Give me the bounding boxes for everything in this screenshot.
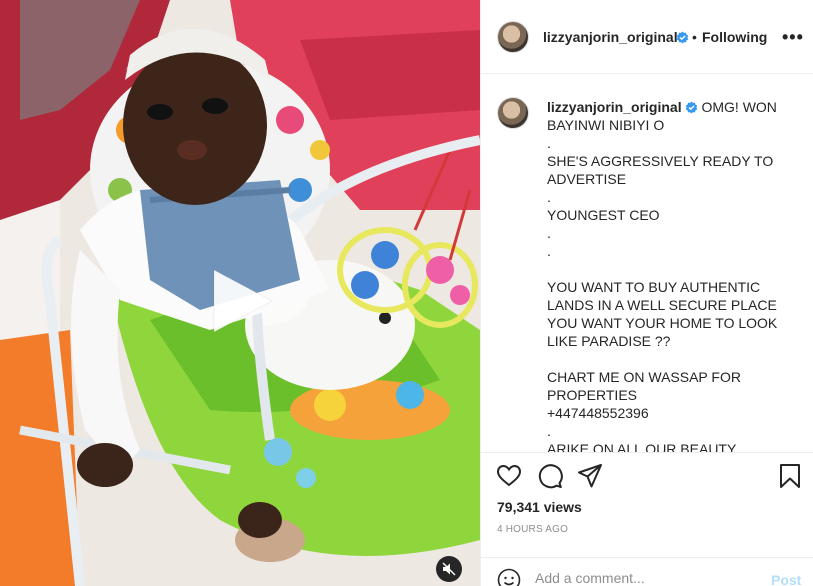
caption-section: lizzyanjorin_original OMG! WON BAYINWI N… — [481, 74, 813, 452]
author-username[interactable]: lizzyanjorin_original — [543, 29, 678, 45]
emoji-button[interactable] — [497, 568, 521, 586]
caption-line: YOUNGEST CEO — [547, 207, 660, 223]
caption-line: . — [547, 225, 551, 241]
mute-toggle-button[interactable] — [436, 556, 462, 582]
caption-line — [547, 260, 787, 278]
comment-bubble-icon — [538, 464, 563, 489]
caption-line: YOU WANT TO BUY AUTHENTIC LANDS IN A WEL… — [547, 279, 782, 349]
following-button[interactable]: Following — [702, 29, 767, 45]
post-actions: 79,341 views 4 HOURS AGO Post — [481, 452, 813, 586]
caption-line: . — [547, 189, 551, 205]
caption-username[interactable]: lizzyanjorin_original — [547, 99, 682, 115]
more-options-button[interactable]: ••• — [782, 28, 804, 46]
play-button[interactable] — [208, 266, 278, 336]
author-avatar[interactable] — [497, 21, 529, 53]
more-icon: ••• — [782, 27, 804, 47]
comment-input[interactable] — [535, 570, 755, 586]
post-comment-button[interactable]: Post — [771, 572, 801, 586]
share-button[interactable] — [577, 463, 603, 489]
caption-line: . — [547, 135, 551, 151]
caption-line — [547, 350, 787, 368]
post-timestamp[interactable]: 4 HOURS AGO — [497, 524, 568, 535]
caption-line: . — [547, 423, 551, 439]
caption-line: . — [547, 243, 551, 259]
post-details-panel: lizzyanjorin_original • Following ••• li… — [480, 0, 813, 586]
heart-icon — [496, 464, 522, 487]
save-button[interactable] — [777, 463, 803, 489]
caption-author-avatar[interactable] — [497, 97, 529, 129]
comment-button[interactable] — [537, 463, 563, 489]
speaker-muted-icon — [442, 562, 456, 576]
comment-composer: Post — [481, 557, 813, 586]
separator-dot: • — [692, 29, 697, 45]
smiley-icon — [497, 568, 521, 586]
verified-badge — [673, 29, 689, 47]
caption-first-line: lizzyanjorin_original OMG! WON BAYINWI N… — [547, 98, 787, 134]
view-count[interactable]: 79,341 views — [497, 499, 582, 515]
verified-badge-icon — [685, 101, 697, 114]
play-icon — [213, 269, 274, 333]
bookmark-icon — [780, 464, 800, 488]
caption-line: SHE'S AGGRESSIVELY READY TO ADVERTISE — [547, 153, 777, 187]
post-video[interactable] — [0, 0, 480, 586]
caption-line: ARIKE ON ALL OUR BEAUTY — [547, 441, 737, 452]
caption-line: +447448552396 — [547, 405, 649, 421]
verified-badge-icon — [676, 31, 689, 44]
caption-line: CHART ME ON WASSAP FOR PROPERTIES — [547, 369, 745, 403]
post-caption: lizzyanjorin_original OMG! WON BAYINWI N… — [547, 98, 787, 452]
paper-plane-icon — [578, 464, 602, 488]
like-button[interactable] — [496, 463, 522, 489]
post-header: lizzyanjorin_original • Following ••• — [481, 0, 813, 74]
